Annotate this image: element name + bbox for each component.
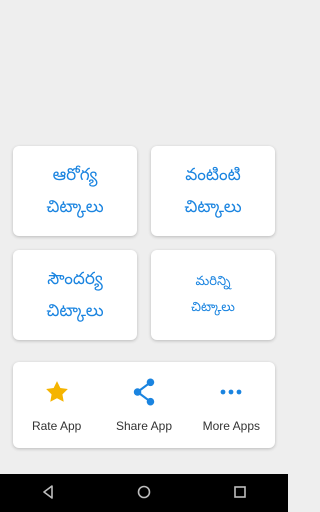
card-kitchen-tips[interactable]: వంటింటి చిట్కాలు (151, 146, 275, 236)
recents-icon (233, 484, 247, 503)
card-title: ఆరోగ్య (52, 164, 98, 185)
card-subtitle: చిట్కాలు (46, 197, 104, 217)
recents-button[interactable] (220, 474, 260, 512)
star-icon (44, 377, 70, 407)
more-apps-label: More Apps (202, 419, 260, 433)
card-more-tips[interactable]: మరిన్ని చిట్కాలు (151, 250, 275, 340)
rate-app-button[interactable]: Rate App (14, 377, 100, 433)
card-title: సౌందర్య (47, 268, 103, 289)
more-horizontal-icon (218, 377, 244, 407)
share-app-button[interactable]: Share App (101, 377, 187, 433)
action-bar: Rate App Share App More Apps (13, 362, 275, 448)
card-subtitle: చిట్కాలు (46, 301, 104, 321)
back-button[interactable] (28, 474, 68, 512)
card-subtitle: చిట్కాలు (184, 197, 242, 217)
card-title: మరిన్ని (195, 274, 231, 290)
card-subtitle: చిట్కాలు (191, 300, 235, 315)
back-icon (41, 484, 55, 503)
more-apps-button[interactable]: More Apps (188, 377, 274, 433)
card-health-tips[interactable]: ఆరోగ్య చిట్కాలు (13, 146, 137, 236)
home-button[interactable] (124, 474, 164, 512)
card-beauty-tips[interactable]: సౌందర్య చిట్కాలు (13, 250, 137, 340)
rate-app-label: Rate App (31, 419, 82, 433)
home-icon (137, 484, 151, 503)
system-nav-bar (0, 474, 288, 512)
share-icon (131, 377, 157, 407)
card-title: వంటింటి (185, 164, 241, 185)
share-app-label: Share App (115, 419, 172, 433)
